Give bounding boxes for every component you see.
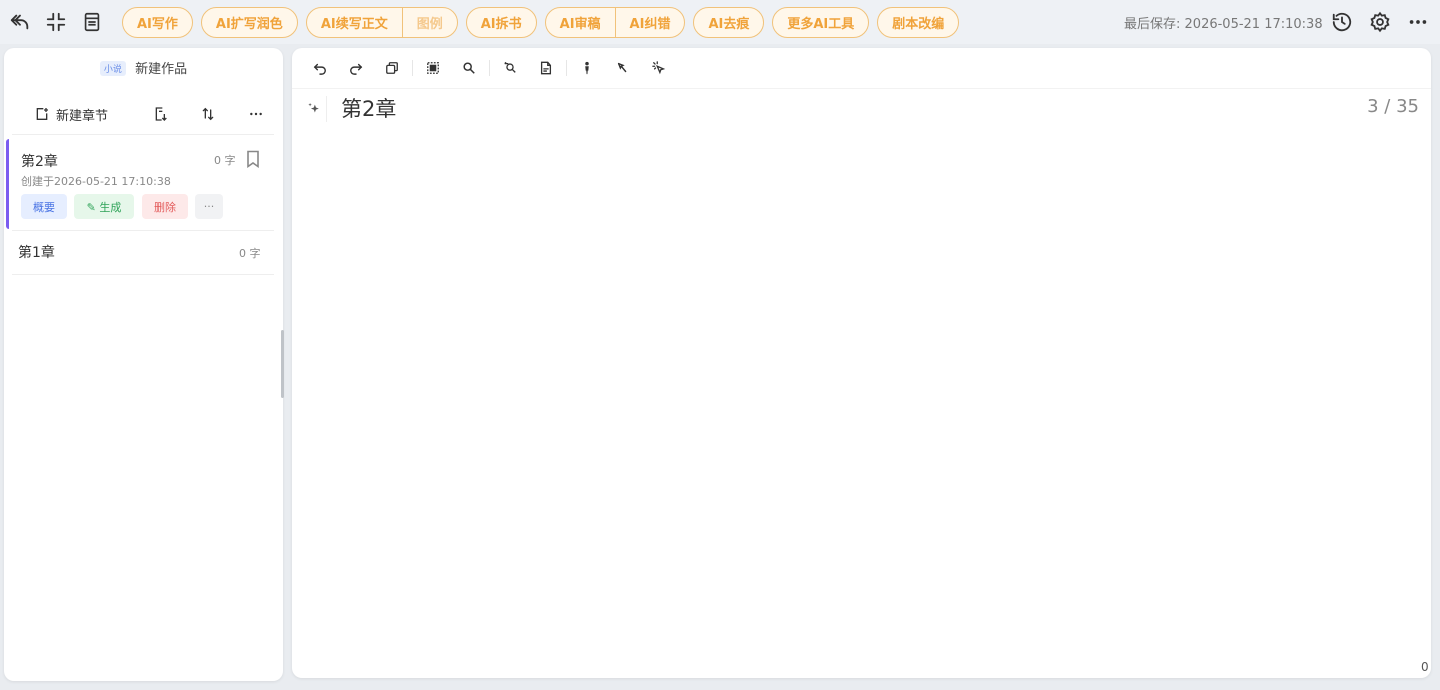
select-all-icon[interactable] [415,56,451,80]
chapter-title: 第1章 [18,245,55,261]
editor-body[interactable] [302,132,1420,662]
novel-tag: 小说 [99,61,126,76]
sidebar-actions: 新建章节 [4,100,283,130]
chapter-item[interactable]: 第1章 0 字 [6,231,270,273]
chapter-created-time: 创建于2026-05-21 17:10:38 [21,175,171,188]
undo-icon[interactable] [302,56,338,80]
person-icon[interactable] [569,56,605,80]
toolbar-separator [566,60,567,76]
sort-icon[interactable] [196,102,220,126]
save-label: 最后保存: [1124,17,1181,32]
back-icon[interactable] [2,4,38,40]
copy-icon[interactable] [374,56,410,80]
more-ai-tools-button[interactable]: 更多AI工具 [772,6,870,38]
chapter-title: 第2章 [21,154,58,170]
ai-remove-trace-button[interactable]: AI去痕 [693,6,765,38]
work-title[interactable]: 新建作品 [135,62,187,77]
replace-icon[interactable] [492,56,528,80]
divider [12,274,274,275]
ai-expand-polish-button[interactable]: AI扩写润色 [200,6,298,38]
document-check-icon[interactable] [528,56,564,80]
ai-review-button[interactable]: AI审稿 [546,8,615,37]
script-adapt-button[interactable]: 剧本改编 [877,6,960,38]
chapter-title-input[interactable] [341,94,1241,122]
ai-split-book-button[interactable]: AI拆书 [465,6,537,38]
search-icon[interactable] [451,56,487,80]
chapter-word-count: 0 字 [214,154,236,167]
ai-continue-group: AI续写正文 图例 [305,6,458,38]
magic-cursor-icon[interactable] [641,56,677,80]
ai-sparkle-icon[interactable] [301,96,327,122]
toolbar-separator [412,60,413,76]
top-toolbar: AI写作 AI扩写润色 AI续写正文 图例 AI拆书 AI审稿 AI纠错 AI去… [0,0,1440,44]
word-count-indicator: 0 [1421,660,1429,674]
ai-correct-button[interactable]: AI纠错 [614,7,685,37]
delete-button[interactable]: 删除 [142,194,188,219]
new-chapter-label: 新建章节 [56,108,109,124]
new-chapter-button[interactable]: 新建章节 [34,100,108,128]
ai-write-button[interactable]: AI写作 [122,6,193,38]
ai-tools-bar: AI写作 AI扩写润色 AI续写正文 图例 AI拆书 AI审稿 AI纠错 AI去… [122,6,960,38]
sidebar-resize-handle[interactable] [281,330,284,398]
save-time: 2026-05-21 17:10:38 [1184,17,1323,32]
summary-button[interactable]: 概要 [21,194,67,219]
divider [12,134,274,135]
editor-panel: 3 / 35 [292,48,1431,678]
toolbar-separator [489,60,490,76]
import-chapter-icon[interactable] [149,102,173,126]
redo-icon[interactable] [338,56,374,80]
topbar-right-icons [1324,4,1436,40]
new-chapter-icon [36,108,48,120]
work-title-row: 小说 新建作品 [4,58,283,77]
ai-review-group: AI审稿 AI纠错 [544,6,686,38]
bookmark-icon[interactable] [245,150,261,168]
more-menu-icon[interactable] [1400,4,1436,40]
page-counter: 3 / 35 [1367,96,1419,117]
notebook-icon[interactable] [74,4,110,40]
ai-continue-button[interactable]: AI续写正文 [307,8,402,37]
settings-gear-icon[interactable] [1362,4,1398,40]
toolbar-divider [292,88,1431,89]
generate-button[interactable]: ✎ 生成 [74,194,134,219]
chapter-item-active[interactable]: 第2章 0 字 创建于2026-05-21 17:10:38 概要 ✎ 生成 删… [6,139,270,229]
legend-button[interactable]: 图例 [401,7,457,37]
chapter-word-count: 0 字 [239,247,261,260]
collapse-icon[interactable] [38,4,74,40]
chapter-more-button[interactable]: ··· [195,194,223,219]
chapter-sidebar: 小说 新建作品 新建章节 第2章 0 字 创建于2026-05-21 17:10… [4,48,283,681]
sidebar-more-icon[interactable] [244,102,268,126]
pointer-icon[interactable] [605,56,641,80]
history-icon[interactable] [1324,4,1360,40]
save-status: 最后保存: 2026-05-21 17:10:38 [1124,13,1323,32]
editor-toolbar [302,56,677,80]
